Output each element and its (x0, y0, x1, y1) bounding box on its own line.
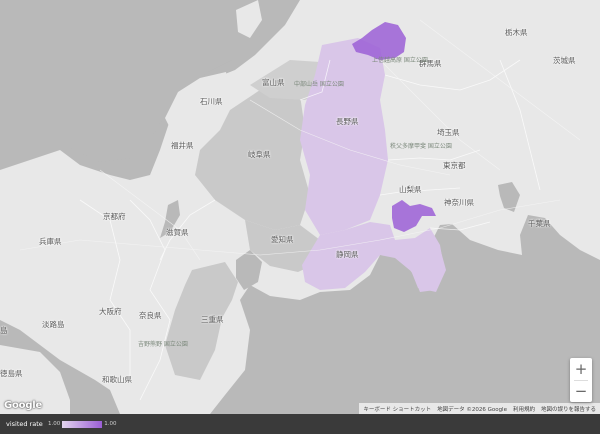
label-tokyo: 東京都 (443, 161, 466, 170)
label-kanagawa: 神奈川県 (444, 198, 474, 207)
label-hyogo: 兵庫県 (39, 237, 62, 246)
label-saitama: 埼玉県 (437, 128, 460, 137)
report-error-link[interactable]: 地図の誤りを報告する (541, 405, 596, 413)
zoom-out-button[interactable]: − (570, 380, 592, 402)
legend-bar: visited rate 1.00 1.00 (0, 414, 600, 434)
attribution-bar: キーボード ショートカット 地図データ ©2026 Google 利用規約 地図… (359, 403, 600, 414)
park-joshinetsu: 上信越高原 国立公園 (372, 57, 428, 64)
label-toyama: 富山県 (262, 78, 285, 87)
label-tokushima: 徳島県 (0, 369, 23, 378)
label-nara: 奈良県 (139, 311, 162, 320)
terms-link[interactable]: 利用規約 (513, 405, 535, 413)
label-ishikawa: 石川県 (200, 97, 223, 106)
keyboard-shortcuts-link[interactable]: キーボード ショートカット (363, 405, 431, 413)
label-tochigi: 栃木県 (505, 28, 528, 37)
map-canvas[interactable]: 栃木県 茨城県 群馬県 富山県 石川県 福井県 岐阜県 長野県 埼玉県 東京都 … (0, 0, 600, 414)
label-ibaraki: 茨城県 (553, 56, 576, 65)
google-logo: Google (4, 400, 43, 411)
label-osaka: 大阪府 (99, 307, 122, 316)
label-fukui: 福井県 (171, 141, 194, 150)
label-wakayama: 和歌山県 (102, 375, 132, 384)
legend-title: visited rate (6, 420, 43, 428)
park-chichibu: 秩父多摩甲斐 国立公園 (390, 143, 452, 150)
label-yamanashi: 山梨県 (399, 185, 422, 194)
map-layer (0, 0, 600, 414)
label-shima: 島 (0, 326, 8, 335)
label-nagano: 長野県 (336, 117, 359, 126)
legend-max-value: 1.00 (104, 421, 117, 427)
legend-gradient (62, 420, 103, 428)
zoom-control: + − (570, 358, 592, 402)
map-data-text: 地図データ ©2026 Google (437, 406, 507, 413)
label-kyoto: 京都府 (103, 212, 126, 221)
label-awaji: 淡路島 (42, 320, 65, 329)
label-mie: 三重県 (201, 315, 224, 324)
region-izu[interactable] (410, 232, 446, 292)
label-shiga: 滋賀県 (166, 228, 189, 237)
zoom-divider (574, 380, 588, 381)
zoom-in-button[interactable]: + (570, 358, 592, 380)
legend-min-value: 1.00 (48, 421, 61, 427)
park-chubu: 中部山岳 国立公園 (294, 81, 344, 88)
label-shizuoka: 静岡県 (336, 250, 359, 259)
label-chiba: 千葉県 (528, 219, 551, 228)
park-yoshino: 吉野熊野 国立公園 (138, 341, 188, 348)
label-gifu: 岐阜県 (248, 150, 271, 159)
label-aichi: 愛知県 (271, 235, 294, 244)
